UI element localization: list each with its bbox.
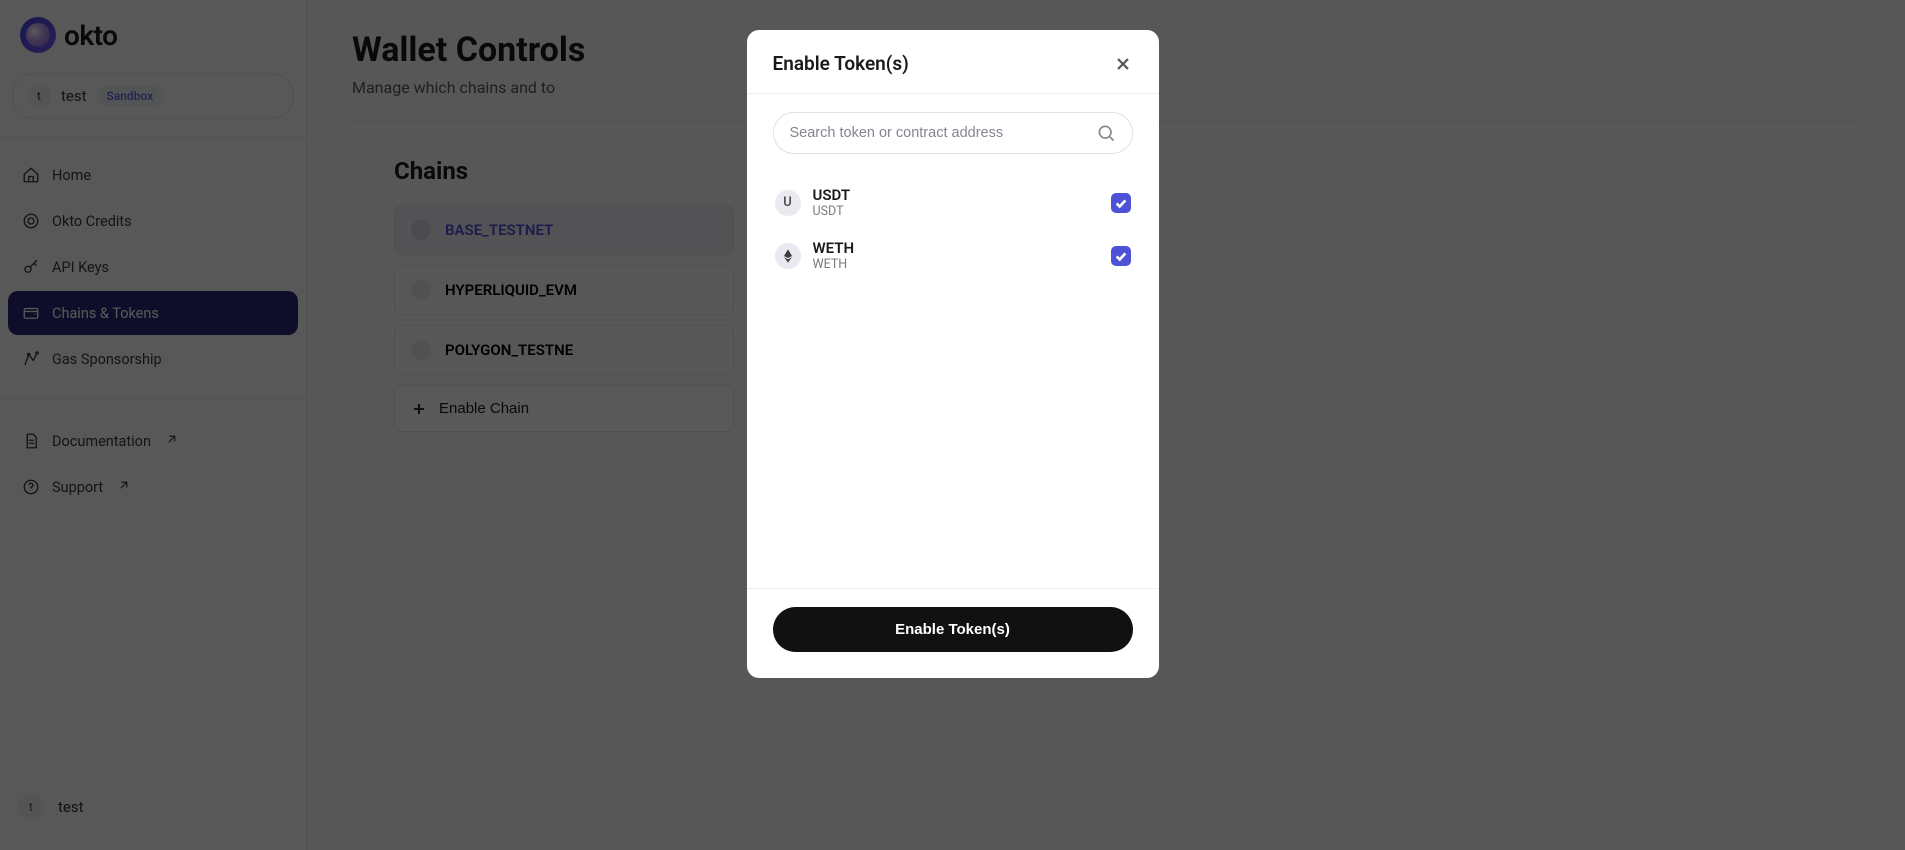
close-icon — [1113, 54, 1133, 74]
token-name: WETH — [813, 239, 1099, 257]
token-symbol: WETH — [813, 257, 1099, 272]
modal-body: U USDTUSDT WETHWETH — [747, 94, 1159, 588]
search-input[interactable] — [790, 125, 1096, 141]
token-symbol: USDT — [813, 204, 1099, 219]
token-item[interactable]: WETHWETH — [773, 229, 1133, 282]
search-icon — [1096, 123, 1116, 143]
token-avatar — [775, 243, 801, 269]
eth-icon — [780, 248, 796, 264]
token-list: U USDTUSDT WETHWETH — [773, 176, 1133, 282]
token-checkbox[interactable] — [1111, 193, 1131, 213]
token-item[interactable]: U USDTUSDT — [773, 176, 1133, 229]
modal-title: Enable Token(s) — [773, 52, 909, 75]
token-info: WETHWETH — [813, 239, 1099, 272]
modal-footer: Enable Token(s) — [747, 588, 1159, 678]
token-checkbox[interactable] — [1111, 246, 1131, 266]
token-avatar: U — [775, 190, 801, 216]
token-info: USDTUSDT — [813, 186, 1099, 219]
close-button[interactable] — [1113, 54, 1133, 74]
enable-tokens-button[interactable]: Enable Token(s) — [773, 607, 1133, 652]
modal-overlay[interactable]: Enable Token(s) U USDTUSDT WETHWETH Enable… — [0, 0, 1905, 850]
token-name: USDT — [813, 186, 1099, 204]
modal-header: Enable Token(s) — [747, 30, 1159, 94]
search-box — [773, 112, 1133, 154]
enable-tokens-modal: Enable Token(s) U USDTUSDT WETHWETH Enable… — [747, 30, 1159, 678]
